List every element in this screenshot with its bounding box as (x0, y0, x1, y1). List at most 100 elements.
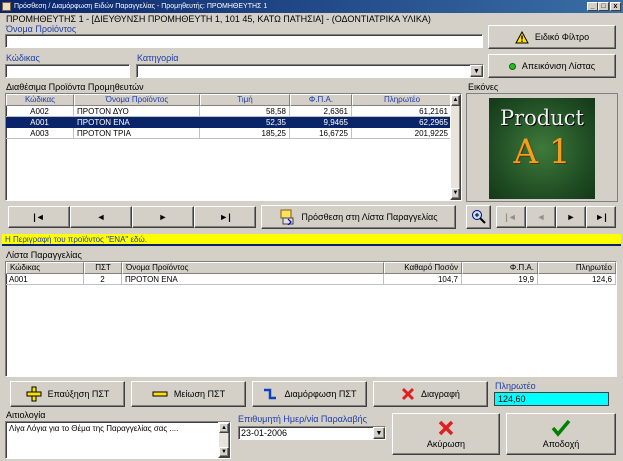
category-select[interactable]: ▼ (136, 64, 484, 78)
code-input[interactable] (5, 64, 130, 78)
table-row-selected[interactable]: A001 ΠΡΟΤΟΝ ΕΝΑ 52,35 9,9465 62,2965 (6, 117, 461, 128)
add-to-list-icon (280, 209, 294, 225)
nav-next-button[interactable]: ► (132, 206, 194, 228)
reason-scrollbar[interactable]: ▲ ▼ (218, 422, 230, 458)
scroll-down-icon[interactable]: ▼ (219, 447, 229, 457)
delivery-date-value: 23-01-2006 (241, 428, 288, 438)
cell-vat: 16,6725 (290, 128, 352, 139)
scroll-up-icon[interactable]: ▲ (219, 423, 229, 433)
scroll-up-icon[interactable]: ▲ (451, 95, 460, 106)
nav-last-button[interactable]: ►| (194, 206, 256, 228)
delivery-date-label: Επιθυμητή Ημερ/νία Παραλαβής (238, 414, 368, 424)
nav-first-button[interactable]: |◄ (8, 206, 70, 228)
delete-x-icon (401, 387, 415, 401)
cell-vat: 9,9465 (290, 117, 352, 128)
close-button[interactable]: x (610, 2, 621, 11)
reason-label: Αιτιολογία (6, 410, 46, 420)
product-image-code: A 1 (513, 132, 571, 172)
configure-qty-button[interactable]: Διαμόρφωση ΠΣΤ (252, 381, 367, 407)
chevron-down-icon[interactable]: ▼ (373, 427, 385, 439)
increase-qty-button[interactable]: Επαύξηση ΠΣΤ (10, 381, 125, 407)
product-description: Η Περιγραφή του προϊόντος "ΕΝΑ" εδώ. (2, 234, 621, 246)
maximize-button[interactable]: □ (598, 2, 609, 11)
cell-net: 104,7 (384, 274, 462, 285)
reason-textarea[interactable]: Λίγα Λόγια για το Θέμα της Παραγγελίας σ… (5, 421, 231, 459)
image-next-button[interactable]: ► (556, 206, 586, 228)
cell-qty: 2 (84, 274, 122, 285)
delivery-date-select[interactable]: 23-01-2006 ▼ (238, 426, 386, 440)
minus-icon (152, 391, 168, 397)
cell-vat: 2,6361 (290, 106, 352, 117)
configure-icon (264, 388, 277, 400)
code-label: Κώδικας (6, 53, 40, 63)
product-image-word: Product (500, 106, 584, 130)
cell-name: ΠΡΟΤΟΝ ΕΝΑ (74, 117, 200, 128)
cancel-label: Ακύρωση (426, 439, 466, 449)
total-value: 124,60 (494, 392, 609, 406)
accept-button[interactable]: Αποδοχή (506, 413, 616, 455)
supplier-info: ΠΡΟΜΗΘΕΥΤΗΣ 1 - [ΔΙΕΥΘΥΝΣΗ ΠΡΟΜΗΘΕΥΤΗ 1,… (6, 14, 431, 24)
special-filter-label: Ειδικό Φίλτρο (534, 32, 590, 42)
cell-code: A003 (6, 128, 74, 139)
table-row[interactable]: A002 ΠΡΟΤΟΝ ΔΥΟ 58,58 2,6361 61,2161 (6, 106, 461, 117)
col-code[interactable]: Κώδικας (6, 94, 74, 106)
order-col-name[interactable]: Όνομα Προϊόντος (122, 262, 384, 274)
cell-code: A002 (6, 106, 74, 117)
available-products-title: Διαθέσιμα Προϊόντα Προμηθευτών (6, 82, 144, 92)
category-label: Κατηγορία (137, 53, 179, 63)
order-col-net[interactable]: Καθαρό Ποσόν (384, 262, 462, 274)
add-to-order-button[interactable]: Πρόσθεση στη Λίστα Παραγγελίας (261, 205, 456, 229)
col-name[interactable]: Όνομα Προϊόντος (74, 94, 200, 106)
col-price[interactable]: Τιμή (200, 94, 290, 106)
table-row[interactable]: A003 ΠΡΟΤΟΝ ΤΡΙΑ 185,25 16,6725 201,9225 (6, 128, 461, 139)
product-name-label: Όνομα Προϊόντος (6, 24, 77, 34)
order-list-grid[interactable]: Κώδικας ΠΣΤ Όνομα Προϊόντος Καθαρό Ποσόν… (5, 261, 617, 377)
zoom-in-icon (471, 210, 486, 224)
cell-vat: 19,9 (462, 274, 538, 285)
accept-label: Αποδοχή (542, 439, 580, 449)
checkmark-icon (551, 419, 571, 437)
zoom-button[interactable] (466, 205, 491, 229)
total-label: Πληρωτέο (495, 381, 536, 391)
cell-payable: 61,2161 (352, 106, 452, 117)
delete-label: Διαγραφή (421, 389, 460, 399)
product-name-input[interactable] (5, 34, 483, 48)
product-image: Product A 1 (489, 98, 595, 199)
scroll-down-icon[interactable]: ▼ (451, 188, 460, 199)
order-col-payable[interactable]: Πληρωτέο (538, 262, 616, 274)
decrease-qty-label: Μείωση ΠΣΤ (173, 389, 226, 399)
col-payable[interactable]: Πληρωτέο (352, 94, 452, 106)
order-col-qty[interactable]: ΠΣΤ (84, 262, 122, 274)
cell-code: A001 (6, 274, 84, 285)
cell-payable: 201,9225 (352, 128, 452, 139)
decrease-qty-button[interactable]: Μείωση ΠΣΤ (131, 381, 246, 407)
cell-payable: 124,6 (538, 274, 616, 285)
cell-name: ΠΡΟΤΟΝ ΤΡΙΑ (74, 128, 200, 139)
cancel-button[interactable]: Ακύρωση (392, 413, 500, 455)
vertical-scrollbar[interactable]: ▲ ▼ (450, 94, 461, 200)
col-vat[interactable]: Φ.Π.Α. (290, 94, 352, 106)
show-list-button[interactable]: Απεικόνιση Λίστας (488, 54, 616, 78)
order-col-code[interactable]: Κώδικας (6, 262, 84, 274)
special-filter-button[interactable]: Ειδικό Φίλτρο (488, 25, 616, 49)
show-list-label: Απεικόνιση Λίστας (521, 61, 596, 71)
order-row[interactable]: A001 2 ΠΡΟΤΟΝ ΕΝΑ 104,7 19,9 124,6 (6, 274, 616, 285)
order-col-vat[interactable]: Φ.Π.Α. (462, 262, 538, 274)
order-grid-header: Κώδικας ΠΣΤ Όνομα Προϊόντος Καθαρό Ποσόν… (6, 262, 616, 274)
delete-button[interactable]: Διαγραφή (373, 381, 488, 407)
image-last-button[interactable]: ►| (586, 206, 616, 228)
image-prev-button[interactable]: ◄ (526, 206, 556, 228)
increase-qty-label: Επαύξηση ΠΣΤ (47, 389, 110, 399)
minimize-button[interactable]: _ (587, 2, 598, 11)
window-titlebar: Πρόσθεση / Διαμόρφωση Ειδών Παραγγελίας … (0, 0, 623, 13)
available-products-grid[interactable]: Κώδικας Όνομα Προϊόντος Τιμή Φ.Π.Α. Πληρ… (5, 93, 462, 201)
cell-name: ΠΡΟΤΟΝ ΔΥΟ (74, 106, 200, 117)
window-title: Πρόσθεση / Διαμόρφωση Ειδών Παραγγελίας … (14, 3, 268, 10)
cell-price: 52,35 (200, 117, 290, 128)
chevron-down-icon[interactable]: ▼ (470, 65, 483, 77)
cell-price: 185,25 (200, 128, 290, 139)
plus-icon (26, 386, 42, 402)
image-first-button[interactable]: |◄ (496, 206, 526, 228)
cancel-x-icon (438, 420, 454, 436)
nav-prev-button[interactable]: ◄ (70, 206, 132, 228)
